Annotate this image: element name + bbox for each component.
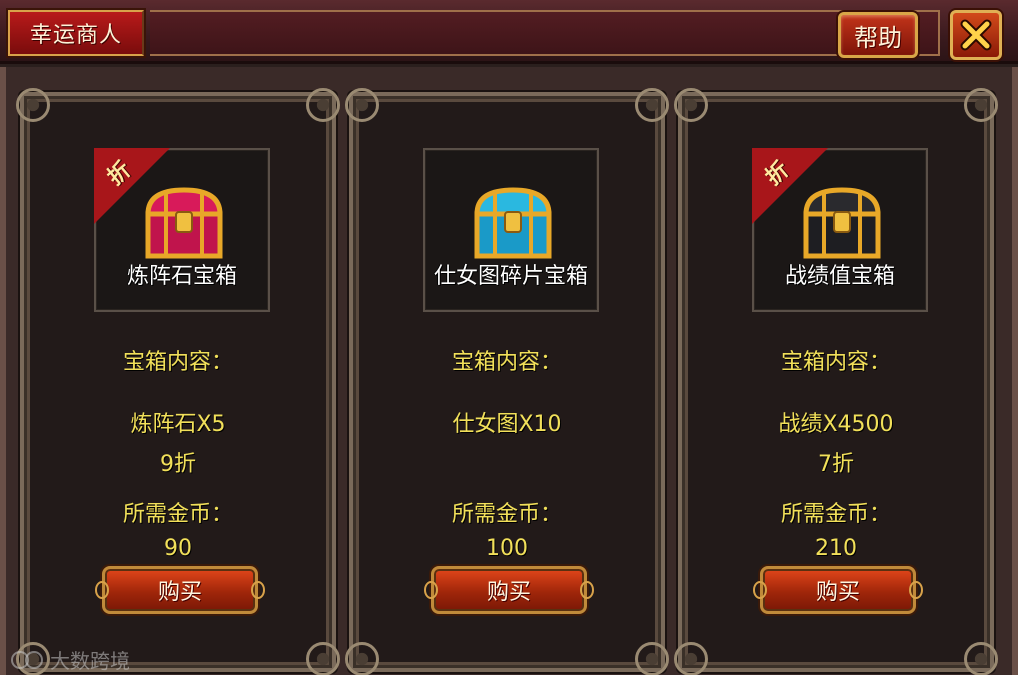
shop-item-card-2: 仕女图碎片宝箱 宝箱内容： 仕女图X10 所需金币： 100 购买 [345,88,669,675]
ornament [753,581,767,599]
ornament [674,642,708,675]
ornament [306,88,340,122]
item-slot[interactable]: 折 炼阵石宝箱 [94,148,270,312]
discount-value: 9折 [160,452,196,477]
red-chest-icon [145,187,223,259]
title-tab: 幸运商人 [8,10,144,56]
buy-button-label: 购买 [815,580,860,605]
watermark-text: 大数跨境 [50,649,130,673]
ornament [909,581,923,599]
contents-label: 宝箱内容： [451,350,562,375]
help-button-label: 帮助 [854,23,902,52]
contents-value: 战绩X4500 [778,412,894,437]
ornament [95,581,109,599]
buy-button[interactable]: 购买 [95,566,265,614]
contents-value: 炼阵石X5 [130,412,226,437]
price-value: 100 [486,536,528,561]
shop-area: 折 炼阵石宝箱 宝箱内容： 炼阵石X5 9折 所需金币： 90 购买 仕女图碎片… [0,67,1018,675]
ornament [964,88,998,122]
buy-button-label: 购买 [486,580,531,605]
contents-value: 仕女图X10 [452,412,562,437]
watermark-logo-icon [11,650,43,669]
item-slot[interactable]: 折 战绩值宝箱 [752,148,928,312]
page-title: 幸运商人 [29,23,122,48]
ornament [674,88,708,122]
item-name: 炼阵石宝箱 [126,264,237,289]
ornament [580,581,594,599]
watermark: 大数跨境 [10,645,130,674]
title-bar-track [150,10,940,56]
buy-button[interactable]: 购买 [424,566,594,614]
help-button[interactable]: 帮助 [838,12,918,58]
discount-value: 7折 [818,452,854,477]
close-button[interactable] [950,10,1002,60]
ornament [345,88,379,122]
price-value: 90 [164,536,192,561]
title-bar: 幸运商人 帮助 [0,0,1018,64]
close-icon [960,19,992,51]
price-label: 所需金币： [122,502,233,527]
black-chest-icon [803,187,881,259]
shop-item-card-3: 折 战绩值宝箱 宝箱内容： 战绩X4500 7折 所需金币： 210 购买 [674,88,998,675]
contents-label: 宝箱内容： [780,350,891,375]
ornament [964,642,998,675]
price-value: 210 [815,536,857,561]
price-label: 所需金币： [451,502,562,527]
item-name: 仕女图碎片宝箱 [433,264,588,289]
ornament [424,581,438,599]
item-slot[interactable]: 仕女图碎片宝箱 [423,148,599,312]
ornament [635,642,669,675]
ornament [345,642,379,675]
ornament [306,642,340,675]
blue-chest-icon [474,187,552,259]
shop-item-card-1: 折 炼阵石宝箱 宝箱内容： 炼阵石X5 9折 所需金币： 90 购买 [16,88,340,675]
item-name: 战绩值宝箱 [784,264,895,289]
price-label: 所需金币： [780,502,891,527]
contents-label: 宝箱内容： [122,350,233,375]
ornament [16,88,50,122]
buy-button-label: 购买 [157,580,202,605]
buy-button[interactable]: 购买 [753,566,923,614]
ornament [251,581,265,599]
ornament [635,88,669,122]
